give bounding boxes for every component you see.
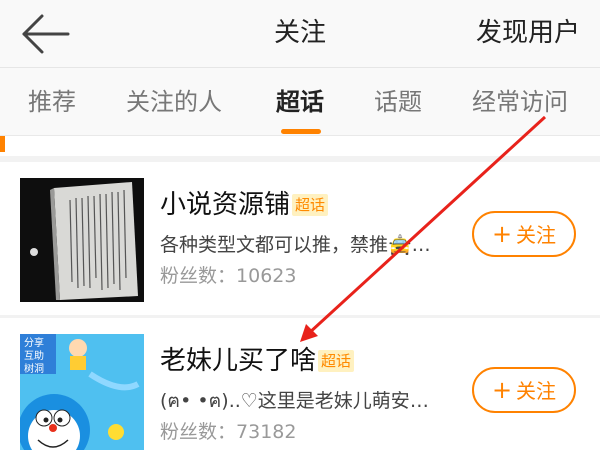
fans-value: 73182 bbox=[236, 421, 297, 443]
tab-following-people[interactable]: 关注的人 bbox=[126, 86, 222, 118]
plus-icon: + bbox=[491, 376, 513, 404]
item-title-text: 老妹儿买了啥 bbox=[160, 346, 317, 376]
item-thumbnail-book bbox=[20, 178, 144, 302]
fans-label: 粉丝数： bbox=[160, 265, 237, 287]
tab-frequently-visited[interactable]: 经常访问 bbox=[472, 86, 568, 118]
item-fans-count: 粉丝数：73182 bbox=[160, 419, 296, 445]
active-tab-indicator bbox=[281, 129, 321, 134]
list-item[interactable]: 分享 互助 树洞 老妹儿买了啥 超话 (ฅ• •ฅ)..♡这里是老妹儿萌安利… 粉… bbox=[0, 318, 600, 450]
tab-recommended[interactable]: 推荐 bbox=[28, 86, 76, 118]
fans-label: 粉丝数： bbox=[160, 421, 237, 443]
item-description: (ฅ• •ฅ)..♡这里是老妹儿萌安利… bbox=[160, 390, 445, 412]
thumb-text-2: 互助 bbox=[24, 349, 44, 362]
item-thumbnail-cartoon: 分享 互助 树洞 bbox=[20, 334, 144, 450]
follow-label: 关注 bbox=[516, 223, 557, 247]
tab-super-topics[interactable]: 超话 bbox=[276, 86, 324, 118]
discover-users-button[interactable]: 发现用户 bbox=[476, 14, 580, 52]
item-title-text: 小说资源铺 bbox=[160, 190, 291, 220]
follow-button[interactable]: + 关注 bbox=[472, 211, 576, 257]
follow-button[interactable]: + 关注 bbox=[472, 367, 576, 413]
list-item[interactable]: 小说资源铺 超话 各种类型文都可以推，禁推🚖… 粉丝数：10623 + 关注 bbox=[0, 162, 600, 312]
item-title[interactable]: 小说资源铺 超话 bbox=[160, 188, 329, 222]
section-accent-bar bbox=[0, 136, 5, 152]
super-topic-badge: 超话 bbox=[318, 350, 355, 372]
tab-topics[interactable]: 话题 bbox=[374, 86, 422, 118]
top-navigation-bar: 关注 发现用户 bbox=[0, 0, 600, 68]
fans-value: 10623 bbox=[236, 265, 297, 287]
super-topic-badge: 超话 bbox=[292, 194, 329, 216]
item-fans-count: 粉丝数：10623 bbox=[160, 263, 296, 289]
item-title[interactable]: 老妹儿买了啥 超话 bbox=[160, 344, 355, 378]
section-header-strip bbox=[0, 136, 600, 156]
plus-icon: + bbox=[491, 220, 513, 248]
follow-label: 关注 bbox=[516, 379, 557, 403]
tab-bar: 推荐 关注的人 超话 话题 经常访问 bbox=[0, 68, 600, 136]
thumb-text-3: 树洞 bbox=[24, 362, 44, 375]
item-description: 各种类型文都可以推，禁推🚖… bbox=[160, 234, 431, 256]
thumb-text-1: 分享 bbox=[24, 336, 44, 349]
